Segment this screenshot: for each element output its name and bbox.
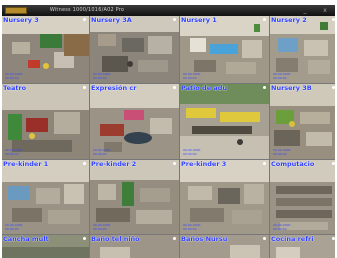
camera-label: Baño tel niño bbox=[91, 235, 140, 243]
camera-label: Pre-kinder 2 bbox=[91, 160, 137, 168]
camera-tile-computacio[interactable]: Computacio 00-00-0000 00:00:00 bbox=[270, 160, 335, 234]
camera-timestamp: 00-00-0000 00:00:00 bbox=[5, 223, 23, 231]
app-logo-icon bbox=[5, 7, 27, 14]
camera-timestamp: 00-00-0000 00:00:00 bbox=[273, 72, 291, 80]
camera-tile-pre-kinder-1[interactable]: Pre-kinder 1 00-00-0000 00:00:00 bbox=[2, 160, 89, 234]
camera-timestamp: 00-00-0000 00:00:00 bbox=[5, 72, 23, 80]
camera-timestamp: 00-00-0000 00:00:00 bbox=[183, 148, 201, 156]
recording-indicator bbox=[173, 86, 176, 89]
recording-indicator bbox=[83, 86, 86, 89]
recording-indicator bbox=[173, 18, 176, 21]
camera-label: Nursery 1 bbox=[181, 16, 217, 24]
camera-tile-teatro[interactable]: Teatro 00-00-0000 00:00:00 bbox=[2, 84, 89, 159]
camera-label: Nursery 3A bbox=[91, 16, 132, 24]
camera-timestamp: 00-00-0000 00:00:00 bbox=[5, 148, 23, 156]
minimize-button[interactable]: _ bbox=[300, 5, 310, 16]
camera-timestamp: 00-00-0000 00:00:00 bbox=[93, 72, 111, 80]
camera-label: Patio de adu bbox=[181, 84, 228, 92]
camera-timestamp: 00-00-0000 00:00:00 bbox=[273, 148, 291, 156]
recording-indicator bbox=[332, 18, 335, 21]
camera-label: Pre-kinder 1 bbox=[3, 160, 49, 168]
camera-tile-pre-kinder-3[interactable]: Pre-kinder 3 00-00-0000 00:00:00 bbox=[180, 160, 269, 234]
camera-grid: Nursery 3 00-00-0000 00:00:00 Nursery 3A… bbox=[2, 16, 335, 258]
camera-label: Baños Nursu bbox=[181, 235, 228, 243]
camera-tile-expresion-cr[interactable]: Expresión cr 00-00-0000 00:00:00 bbox=[90, 84, 179, 159]
camera-label: Nursery 2 bbox=[271, 16, 307, 24]
title-bar: Witness 1000/1016/A02 Pro _ x bbox=[2, 5, 335, 16]
recording-indicator bbox=[83, 237, 86, 240]
camera-label: Cancha mult bbox=[3, 235, 49, 243]
camera-timestamp: 00-00-0000 00:00:00 bbox=[183, 223, 201, 231]
camera-tile-patio-de-adu[interactable]: Patio de adu 00-00-0000 00:00:00 bbox=[180, 84, 269, 159]
camera-label: Nursery 3 bbox=[3, 16, 39, 24]
recording-indicator bbox=[173, 237, 176, 240]
camera-tile-banos-nursu[interactable]: Baños Nursu bbox=[180, 235, 269, 258]
camera-timestamp: 00-00-0000 00:00:00 bbox=[183, 72, 201, 80]
camera-label: Expresión cr bbox=[91, 84, 137, 92]
camera-tile-bano-tel-nino[interactable]: Baño tel niño bbox=[90, 235, 179, 258]
recording-indicator bbox=[83, 18, 86, 21]
recording-indicator bbox=[263, 86, 266, 89]
camera-tile-nursery-3a[interactable]: Nursery 3A 00-00-0000 00:00:00 bbox=[90, 16, 179, 83]
camera-label: Computacio bbox=[271, 160, 315, 168]
recording-indicator bbox=[263, 162, 266, 165]
camera-timestamp: 00-00-0000 00:00:00 bbox=[93, 148, 111, 156]
camera-tile-pre-kinder-2[interactable]: Pre-kinder 2 00-00-0000 00:00:00 bbox=[90, 160, 179, 234]
camera-timestamp: 00-00-0000 00:00:00 bbox=[273, 223, 291, 231]
camera-label: Pre-kinder 3 bbox=[181, 160, 227, 168]
camera-tile-nursery-3[interactable]: Nursery 3 00-00-0000 00:00:00 bbox=[2, 16, 89, 83]
camera-label: Nursery 3B bbox=[271, 84, 312, 92]
camera-tile-cancha-mult[interactable]: Cancha mult bbox=[2, 235, 89, 258]
window-title: Witness 1000/1016/A02 Pro bbox=[49, 7, 125, 13]
recording-indicator bbox=[83, 162, 86, 165]
camera-tile-nursery-2[interactable]: Nursery 2 00-00-0000 00:00:00 bbox=[270, 16, 335, 83]
recording-indicator bbox=[263, 18, 266, 21]
camera-tile-cocina-refri[interactable]: Cocina refri bbox=[270, 235, 335, 258]
recording-indicator bbox=[332, 162, 335, 165]
recording-indicator bbox=[263, 237, 266, 240]
camera-tile-nursery-1[interactable]: Nursery 1 00-00-0000 00:00:00 bbox=[180, 16, 269, 83]
recording-indicator bbox=[332, 86, 335, 89]
camera-timestamp: 00-00-0000 00:00:00 bbox=[93, 223, 111, 231]
recording-indicator bbox=[173, 162, 176, 165]
cctv-window: Witness 1000/1016/A02 Pro _ x Nursery 3 … bbox=[2, 5, 335, 258]
recording-indicator bbox=[332, 237, 335, 240]
camera-label: Teatro bbox=[3, 84, 27, 92]
close-button[interactable]: x bbox=[320, 5, 330, 16]
camera-label: Cocina refri bbox=[271, 235, 314, 243]
camera-tile-nursery-3b[interactable]: Nursery 3B 00-00-0000 00:00:00 bbox=[270, 84, 335, 159]
